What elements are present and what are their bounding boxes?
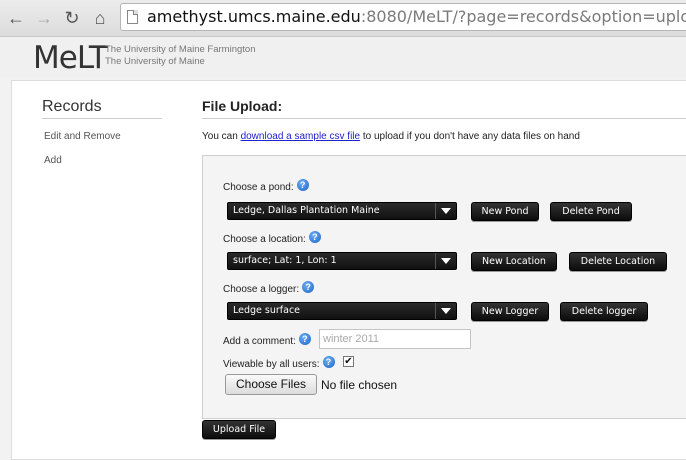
site-logo[interactable]: MeLT xyxy=(33,40,108,76)
help-icon[interactable]: ? xyxy=(308,231,321,243)
reload-icon[interactable]: ↻ xyxy=(60,6,84,30)
delete-pond-button[interactable]: Delete Pond xyxy=(550,202,632,221)
help-icon[interactable]: ? xyxy=(322,356,335,368)
pond-select[interactable]: Ledge, Dallas Plantation Maine xyxy=(227,202,457,220)
chevron-down-icon xyxy=(435,203,456,219)
site-header: MeLT The University of Maine Farmington … xyxy=(0,37,686,78)
viewable-checkbox[interactable]: ✔ xyxy=(343,356,354,367)
address-bar[interactable]: amethyst.umcs.maine.edu:8080/MeLT/?page=… xyxy=(120,3,686,31)
comment-input[interactable]: winter 2011 xyxy=(319,329,471,349)
logger-label: Choose a logger:? xyxy=(223,281,315,296)
url-text: amethyst.umcs.maine.edu:8080/MeLT/?page=… xyxy=(147,7,686,26)
sidebar-item-edit-remove[interactable]: Edit and Remove xyxy=(44,131,121,142)
sidebar-divider xyxy=(42,118,162,119)
title-divider xyxy=(202,118,686,119)
new-pond-button[interactable]: New Pond xyxy=(471,202,539,221)
sidebar-title: Records xyxy=(42,98,102,115)
help-icon[interactable]: ? xyxy=(302,281,315,293)
location-label: Choose a location:? xyxy=(223,231,321,246)
chevron-down-icon xyxy=(435,253,456,269)
help-icon[interactable]: ? xyxy=(298,333,311,345)
file-status: No file chosen xyxy=(321,378,398,392)
page-title: File Upload: xyxy=(202,98,283,114)
help-icon[interactable]: ? xyxy=(296,179,309,191)
location-select[interactable]: surface; Lat: 1, Lon: 1 xyxy=(227,252,457,270)
sample-csv-link[interactable]: download a sample csv file xyxy=(241,131,361,142)
page-icon xyxy=(127,10,138,24)
choose-files-button[interactable]: Choose Files xyxy=(225,374,317,395)
new-location-button[interactable]: New Location xyxy=(471,252,557,271)
back-icon[interactable]: ← xyxy=(4,6,28,30)
pond-label: Choose a pond:? xyxy=(223,179,309,194)
logger-select[interactable]: Ledge surface xyxy=(227,302,457,320)
delete-location-button[interactable]: Delete Location xyxy=(569,252,667,271)
viewable-label: Viewable by all users:? xyxy=(223,356,335,371)
affiliation: The University of Maine Farmington The U… xyxy=(105,44,256,67)
upload-form: Choose a pond:? Ledge, Dallas Plantation… xyxy=(202,155,686,419)
upload-file-button[interactable]: Upload File xyxy=(202,420,276,439)
sidebar-item-add[interactable]: Add xyxy=(44,155,62,166)
intro-text: You can download a sample csv file to up… xyxy=(202,131,580,142)
comment-label: Add a comment:? xyxy=(223,333,311,348)
chevron-down-icon xyxy=(435,303,456,319)
content-panel: Records Edit and Remove Add File Upload:… xyxy=(11,80,686,460)
browser-toolbar: ← → ↻ ⌂ amethyst.umcs.maine.edu:8080/MeL… xyxy=(0,0,686,37)
delete-logger-button[interactable]: Delete logger xyxy=(560,302,648,321)
home-icon[interactable]: ⌂ xyxy=(88,6,112,30)
new-logger-button[interactable]: New Logger xyxy=(471,302,549,321)
forward-icon[interactable]: → xyxy=(32,6,56,30)
